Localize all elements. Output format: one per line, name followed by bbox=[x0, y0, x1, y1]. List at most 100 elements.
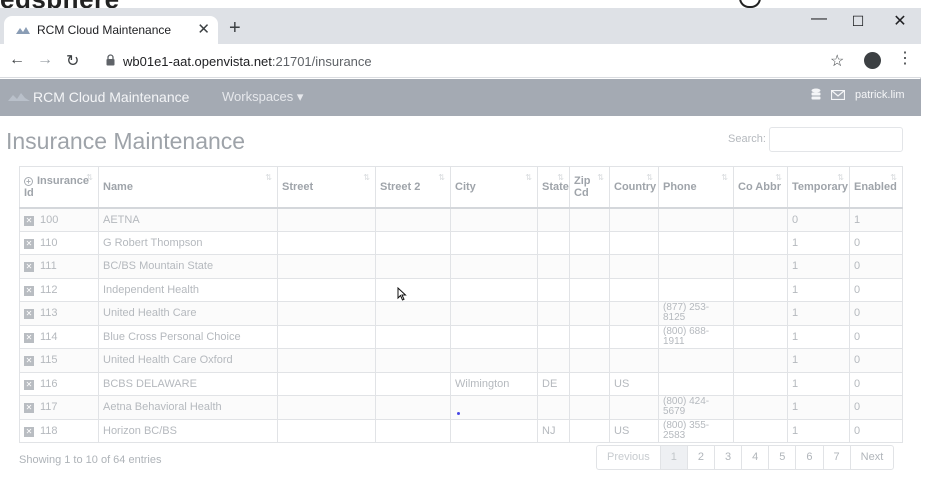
new-tab-icon[interactable]: + bbox=[229, 18, 241, 38]
column-header[interactable]: State ⇅ bbox=[537, 166, 570, 209]
column-header[interactable]: Zip Cd ⇅ bbox=[569, 166, 610, 209]
sort-icon[interactable]: ⇅ bbox=[721, 173, 728, 182]
sort-icon[interactable]: ⇅ bbox=[646, 173, 653, 182]
table-row[interactable]: ✕ 100 AETNA 0 1 bbox=[19, 207, 903, 232]
table-row[interactable]: ✕ 111 BC/BS Mountain State 1 0 bbox=[19, 254, 903, 279]
cell-value: 112 bbox=[40, 283, 58, 296]
cell-value: US bbox=[614, 424, 630, 437]
page-button[interactable]: 4 bbox=[741, 446, 768, 469]
sort-icon[interactable]: ⇅ bbox=[86, 173, 93, 182]
cell-country bbox=[609, 207, 659, 232]
cell-value: United Health Care Oxford bbox=[103, 354, 233, 367]
delete-row-icon[interactable]: ✕ bbox=[24, 285, 34, 296]
sort-icon[interactable]: ⇅ bbox=[775, 173, 782, 182]
page-button[interactable]: 3 bbox=[714, 446, 741, 469]
cell-country: US bbox=[609, 371, 659, 396]
back-arrow-icon[interactable]: ← bbox=[9, 51, 25, 69]
delete-row-icon[interactable]: ✕ bbox=[24, 403, 34, 414]
cell-value: G Robert Thompson bbox=[103, 236, 203, 249]
delete-row-icon[interactable]: ✕ bbox=[24, 379, 34, 390]
sort-icon[interactable]: ⇅ bbox=[525, 173, 532, 182]
url-field[interactable]: wb01e1-aat.openvista.net:21701/insurance… bbox=[92, 49, 858, 73]
cell-value: 1 bbox=[854, 213, 861, 226]
column-header[interactable]: Name ⇅ bbox=[98, 166, 278, 209]
search-input[interactable] bbox=[769, 127, 903, 152]
cell-value: 0 bbox=[854, 424, 861, 437]
cell-country bbox=[609, 301, 659, 326]
delete-row-icon[interactable]: ✕ bbox=[24, 332, 34, 343]
cell-value: 0 bbox=[854, 236, 861, 249]
maximize-icon[interactable]: ☐ bbox=[843, 13, 873, 30]
delete-row-icon[interactable]: ✕ bbox=[24, 356, 34, 367]
delete-row-icon[interactable]: ✕ bbox=[24, 426, 34, 437]
sort-icon[interactable]: ⇅ bbox=[265, 173, 272, 182]
cell-city bbox=[450, 324, 538, 349]
close-tab-icon[interactable]: ✕ bbox=[197, 20, 210, 38]
table-row[interactable]: ✕ 115 United Health Care Oxford 1 0 bbox=[19, 348, 903, 373]
forward-arrow-icon[interactable]: → bbox=[37, 51, 53, 69]
column-header[interactable]: Street 2 ⇅ bbox=[375, 166, 451, 209]
search-label: Search: bbox=[728, 133, 766, 145]
column-header[interactable]: + Insurance Id ⇅ bbox=[19, 166, 99, 209]
table-row[interactable]: ✕ 112 Independent Health 1 0 bbox=[19, 277, 903, 302]
delete-row-icon[interactable]: ✕ bbox=[24, 215, 34, 226]
sort-icon[interactable]: ⇅ bbox=[837, 173, 844, 182]
cell-phone bbox=[658, 207, 734, 232]
sort-icon[interactable]: ⇅ bbox=[438, 173, 445, 182]
envelope-icon[interactable] bbox=[831, 90, 845, 100]
page-button[interactable]: 6 bbox=[795, 446, 822, 469]
column-header-label: Temporary bbox=[792, 180, 849, 193]
cell-value: 116 bbox=[40, 377, 58, 390]
profile-avatar-icon[interactable] bbox=[864, 52, 881, 69]
column-header[interactable]: Temporary ⇅ bbox=[787, 166, 850, 209]
bookmark-star-icon[interactable]: ☆ bbox=[830, 51, 844, 71]
cell-abbr bbox=[733, 395, 788, 420]
column-header[interactable]: Country ⇅ bbox=[609, 166, 659, 209]
page-button[interactable]: 2 bbox=[686, 446, 714, 469]
table-row[interactable]: ✕ 114 Blue Cross Personal Choice (800) 688-… bbox=[19, 324, 903, 349]
cell-country bbox=[609, 324, 659, 349]
close-window-icon[interactable]: ✕ bbox=[885, 11, 915, 31]
column-header[interactable]: Enabled ⇅ bbox=[849, 166, 903, 209]
sort-icon[interactable]: ⇅ bbox=[890, 173, 897, 182]
column-header-label: Street 2 bbox=[380, 180, 421, 193]
column-header[interactable]: Co Abbr ⇅ bbox=[733, 166, 788, 209]
table-row[interactable]: ✕ 117 Aetna Behavioral Health (800) 424-567… bbox=[19, 395, 903, 420]
cell-enabled: 0 bbox=[849, 277, 903, 302]
delete-row-icon[interactable]: ✕ bbox=[24, 262, 34, 273]
page-button[interactable]: 7 bbox=[822, 446, 850, 469]
sort-icon[interactable]: ⇅ bbox=[557, 173, 564, 182]
browser-menu-icon[interactable]: ⋮ bbox=[897, 51, 913, 67]
delete-row-icon[interactable]: ✕ bbox=[24, 309, 34, 320]
column-header[interactable]: Phone ⇅ bbox=[658, 166, 734, 209]
user-menu[interactable]: patrick.lim bbox=[855, 89, 905, 101]
sort-icon[interactable]: ⇅ bbox=[597, 173, 604, 182]
cell-name: BCBS DELAWARE bbox=[98, 371, 278, 396]
table-row[interactable]: ✕ 113 United Health Care (877) 253-8125 1 0 bbox=[19, 301, 903, 326]
browser-tab[interactable]: RCM Cloud Maintenance ✕ bbox=[4, 16, 218, 44]
sort-icon[interactable]: ⇅ bbox=[363, 173, 370, 182]
workspaces-menu[interactable]: Workspaces ▾ bbox=[222, 89, 303, 105]
minimize-icon[interactable]: — bbox=[804, 10, 834, 28]
database-icon[interactable] bbox=[811, 88, 821, 102]
table-row[interactable]: ✕ 110 G Robert Thompson 1 0 bbox=[19, 230, 903, 255]
brand-name[interactable]: RCM Cloud Maintenance bbox=[33, 89, 189, 105]
cell-value: Wilmington bbox=[455, 377, 510, 390]
next-page-button[interactable]: Next bbox=[849, 446, 894, 469]
cell-zip bbox=[569, 207, 610, 232]
table-row[interactable]: ✕ 118 Horizon BC/BS NJ US (800) 355-2583 1 0 bbox=[19, 418, 903, 443]
expand-plus-icon[interactable]: + bbox=[24, 176, 33, 186]
cell-phone bbox=[658, 277, 734, 302]
column-header[interactable]: City ⇅ bbox=[450, 166, 538, 209]
previous-page-button[interactable]: Previous bbox=[597, 446, 660, 469]
column-header[interactable]: Street ⇅ bbox=[277, 166, 376, 209]
cell-enabled: 0 bbox=[849, 254, 903, 279]
table-row[interactable]: ✕ 116 BCBS DELAWARE Wilmington DE US 1 0 bbox=[19, 371, 903, 396]
page-button[interactable]: 1 bbox=[659, 446, 687, 469]
cell-zip bbox=[569, 301, 610, 326]
reload-icon[interactable]: ↻ bbox=[66, 51, 79, 71]
cell-value: AETNA bbox=[103, 213, 140, 226]
cell-temporary: 1 bbox=[787, 230, 850, 255]
page-button[interactable]: 5 bbox=[768, 446, 795, 469]
delete-row-icon[interactable]: ✕ bbox=[24, 238, 34, 249]
